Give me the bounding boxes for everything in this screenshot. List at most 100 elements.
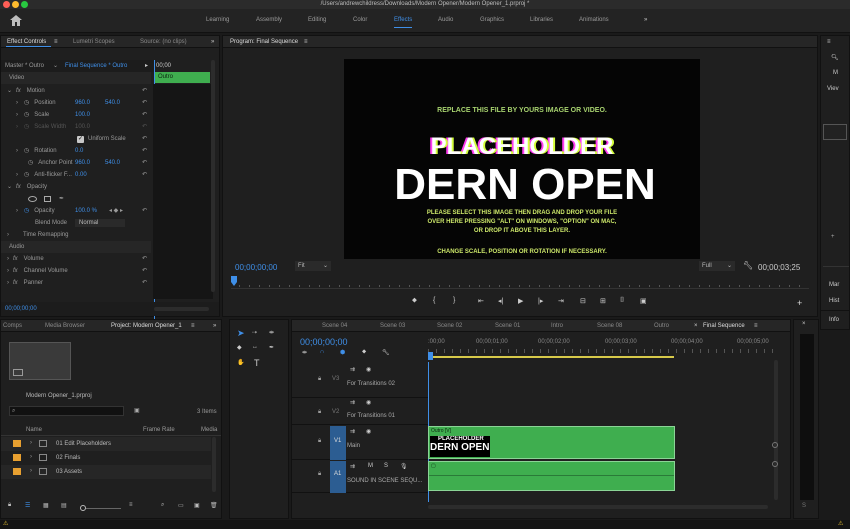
fx-icon[interactable]: fx	[13, 268, 18, 274]
trash-icon[interactable]: 🗑︎	[210, 502, 218, 509]
solo-button[interactable]: S	[384, 463, 388, 469]
toggle-sync-icon[interactable]: ⇉	[350, 366, 355, 373]
add-marker-icon[interactable]: ⬥	[412, 297, 417, 305]
eye-icon[interactable]: ◉	[366, 366, 371, 373]
audio-clip[interactable]: ▢	[428, 461, 675, 491]
tab-scene-03[interactable]: Scene 03	[380, 323, 405, 329]
track-height-handle[interactable]	[772, 461, 778, 467]
zoom-slider[interactable]	[86, 508, 121, 509]
expand-icon[interactable]: ›	[16, 100, 18, 106]
selection-tool-icon[interactable]: ➤	[237, 328, 245, 339]
stopwatch-icon[interactable]: ◷	[24, 100, 29, 106]
scale-value[interactable]: 100.0	[75, 109, 90, 121]
tab-outro[interactable]: Outro	[654, 323, 669, 329]
position-x-value[interactable]: 960.0	[75, 97, 90, 109]
lock-icon[interactable]: 🔒︎	[318, 438, 321, 445]
fx-icon[interactable]: fx	[13, 280, 18, 286]
toggle-sync-icon[interactable]: ⇉	[350, 428, 355, 435]
work-area-bar[interactable]	[428, 356, 674, 358]
tab-source[interactable]: Source: (no clips)	[140, 39, 187, 45]
panel-menu-icon[interactable]: ≡	[191, 323, 195, 329]
pen-tool-icon[interactable]: ✒	[269, 344, 274, 351]
channel-volume-row[interactable]: › fx Channel Volume ↶	[1, 265, 151, 277]
tab-final-sequence[interactable]: Final Sequence	[703, 323, 745, 329]
reset-icon[interactable]: ↶	[142, 277, 147, 289]
ellipse-mask-icon[interactable]	[28, 196, 37, 202]
ripple-edit-tool-icon[interactable]: ⇹	[269, 329, 274, 336]
expand-icon[interactable]: ›	[30, 468, 32, 474]
opacity-section-row[interactable]: ⌄ fx Opacity	[1, 181, 151, 193]
volume-row[interactable]: › fx Volume ↶	[1, 253, 151, 265]
reset-icon[interactable]: ↶	[142, 121, 147, 133]
tab-comps[interactable]: Comps	[3, 323, 22, 329]
go-to-in-icon[interactable]: ⇤	[478, 297, 484, 305]
lock-icon[interactable]: 🔒︎	[8, 502, 11, 509]
slip-tool-icon[interactable]: ↔	[252, 344, 258, 350]
reset-icon[interactable]: ↶	[142, 157, 147, 169]
reset-icon[interactable]: ↶	[142, 253, 147, 265]
reset-icon[interactable]: ↶	[142, 85, 147, 97]
tab-scene-01[interactable]: Scene 01	[495, 323, 520, 329]
step-back-icon[interactable]: ◂|	[498, 297, 503, 305]
export-frame-icon[interactable]: ⌷	[620, 297, 624, 305]
microphone-icon[interactable]: 🎙︎	[400, 463, 408, 470]
uniform-scale-checkbox[interactable]: ✓	[77, 136, 84, 143]
overflow-icon[interactable]: »	[213, 323, 216, 329]
zoom-window-button[interactable]	[21, 1, 28, 8]
chevron-down-icon[interactable]: ⌄	[53, 62, 58, 69]
expand-icon[interactable]: ›	[7, 280, 9, 286]
sequence-clip-label[interactable]: Final Sequence * Outro	[65, 63, 127, 69]
freeform-view-icon[interactable]: ▤	[61, 502, 67, 509]
new-item-icon[interactable]: ▣	[194, 502, 200, 509]
expand-icon[interactable]: ›	[30, 454, 32, 460]
list-view-icon[interactable]: ☰	[25, 502, 30, 509]
pen-mask-icon[interactable]: ✒	[59, 193, 64, 205]
reset-icon[interactable]: ↶	[142, 145, 147, 157]
hand-tool-icon[interactable]: ✋	[237, 359, 244, 366]
stopwatch-icon[interactable]: ◷	[28, 160, 33, 166]
expand-icon[interactable]: ›	[16, 124, 18, 130]
zoom-scrollbar[interactable]	[154, 307, 209, 311]
program-playhead[interactable]	[231, 276, 237, 286]
expand-icon[interactable]: ›	[30, 440, 32, 446]
overflow-icon[interactable]: »	[211, 39, 214, 45]
track-height-handle[interactable]	[772, 442, 778, 448]
panel-menu-icon[interactable]: ≡	[754, 323, 758, 329]
vertical-scrollbar[interactable]	[774, 360, 778, 500]
minimize-window-button[interactable]	[12, 1, 19, 8]
comparison-view-icon[interactable]: ▣	[640, 297, 647, 305]
expand-icon[interactable]: ›	[7, 256, 9, 262]
column-name[interactable]: Name	[26, 427, 42, 433]
fx-icon[interactable]: fx	[16, 184, 21, 190]
tab-project[interactable]: Project: Modern Opener_1	[111, 323, 182, 329]
stopwatch-icon[interactable]: ◷	[24, 208, 29, 214]
lock-icon[interactable]: 🔒︎	[318, 409, 321, 416]
toggle-sync-icon[interactable]: ⇉	[350, 463, 355, 470]
master-clip-label[interactable]: Master * Outro	[5, 63, 44, 69]
more-workspaces-icon[interactable]: »	[644, 17, 647, 23]
opacity-value[interactable]: 100.0 %	[75, 205, 97, 217]
project-item-row[interactable]: › 03 Assets	[1, 465, 211, 479]
source-patch-a1[interactable]: A1	[330, 461, 346, 493]
expand-icon[interactable]: ›	[16, 172, 18, 178]
expand-icon[interactable]: ›	[16, 148, 18, 154]
stopwatch-icon[interactable]: ◷	[24, 148, 29, 154]
workspace-effects[interactable]: Effects	[394, 17, 412, 23]
clip-bar[interactable]: Outro	[155, 72, 210, 83]
go-to-out-icon[interactable]: ⇥	[558, 297, 564, 305]
lift-icon[interactable]: ⊟	[580, 297, 586, 305]
find-icon[interactable]: ⌕	[161, 502, 164, 509]
play-icon[interactable]: ▶	[518, 297, 523, 305]
tab-lumetri-scopes[interactable]: Lumetri Scopes	[73, 39, 115, 45]
horizontal-scrollbar[interactable]	[428, 505, 768, 509]
razor-tool-icon[interactable]: ◆	[237, 344, 242, 351]
program-video-frame[interactable]: REPLACE THIS FILE BY YOURS IMAGE OR VIDE…	[344, 59, 700, 259]
workspace-editing[interactable]: Editing	[308, 17, 326, 23]
workspace-animations[interactable]: Animations	[579, 17, 609, 23]
mark-out-icon[interactable]: }	[453, 297, 455, 304]
close-window-button[interactable]	[3, 1, 10, 8]
icon-view-icon[interactable]: ▦	[43, 502, 49, 509]
sort-icon[interactable]: ≡	[129, 502, 133, 508]
vertical-scrollbar[interactable]	[211, 60, 215, 292]
position-y-value[interactable]: 540.0	[105, 97, 120, 109]
